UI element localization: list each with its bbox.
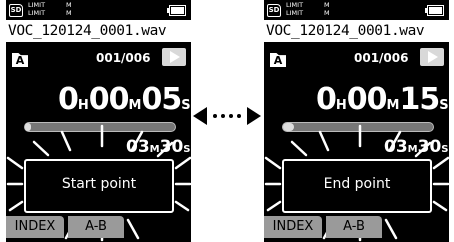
status-message: End point	[323, 176, 391, 192]
status-message: Start point	[61, 176, 137, 192]
recorder-screen-start: SD LIMIT LIMIT M M VOC_120124_0001.wav A…	[6, 0, 191, 242]
ab-repeat-softkey[interactable]: A-B	[326, 216, 382, 238]
index-softkey[interactable]: INDEX	[264, 216, 322, 238]
double-arrow-icon	[193, 107, 261, 125]
recorder-screen-end: SD LIMIT LIMIT M M VOC_120124_0001.wav A…	[264, 0, 449, 242]
ab-repeat-softkey[interactable]: A-B	[68, 216, 124, 238]
index-softkey[interactable]: INDEX	[6, 216, 64, 238]
